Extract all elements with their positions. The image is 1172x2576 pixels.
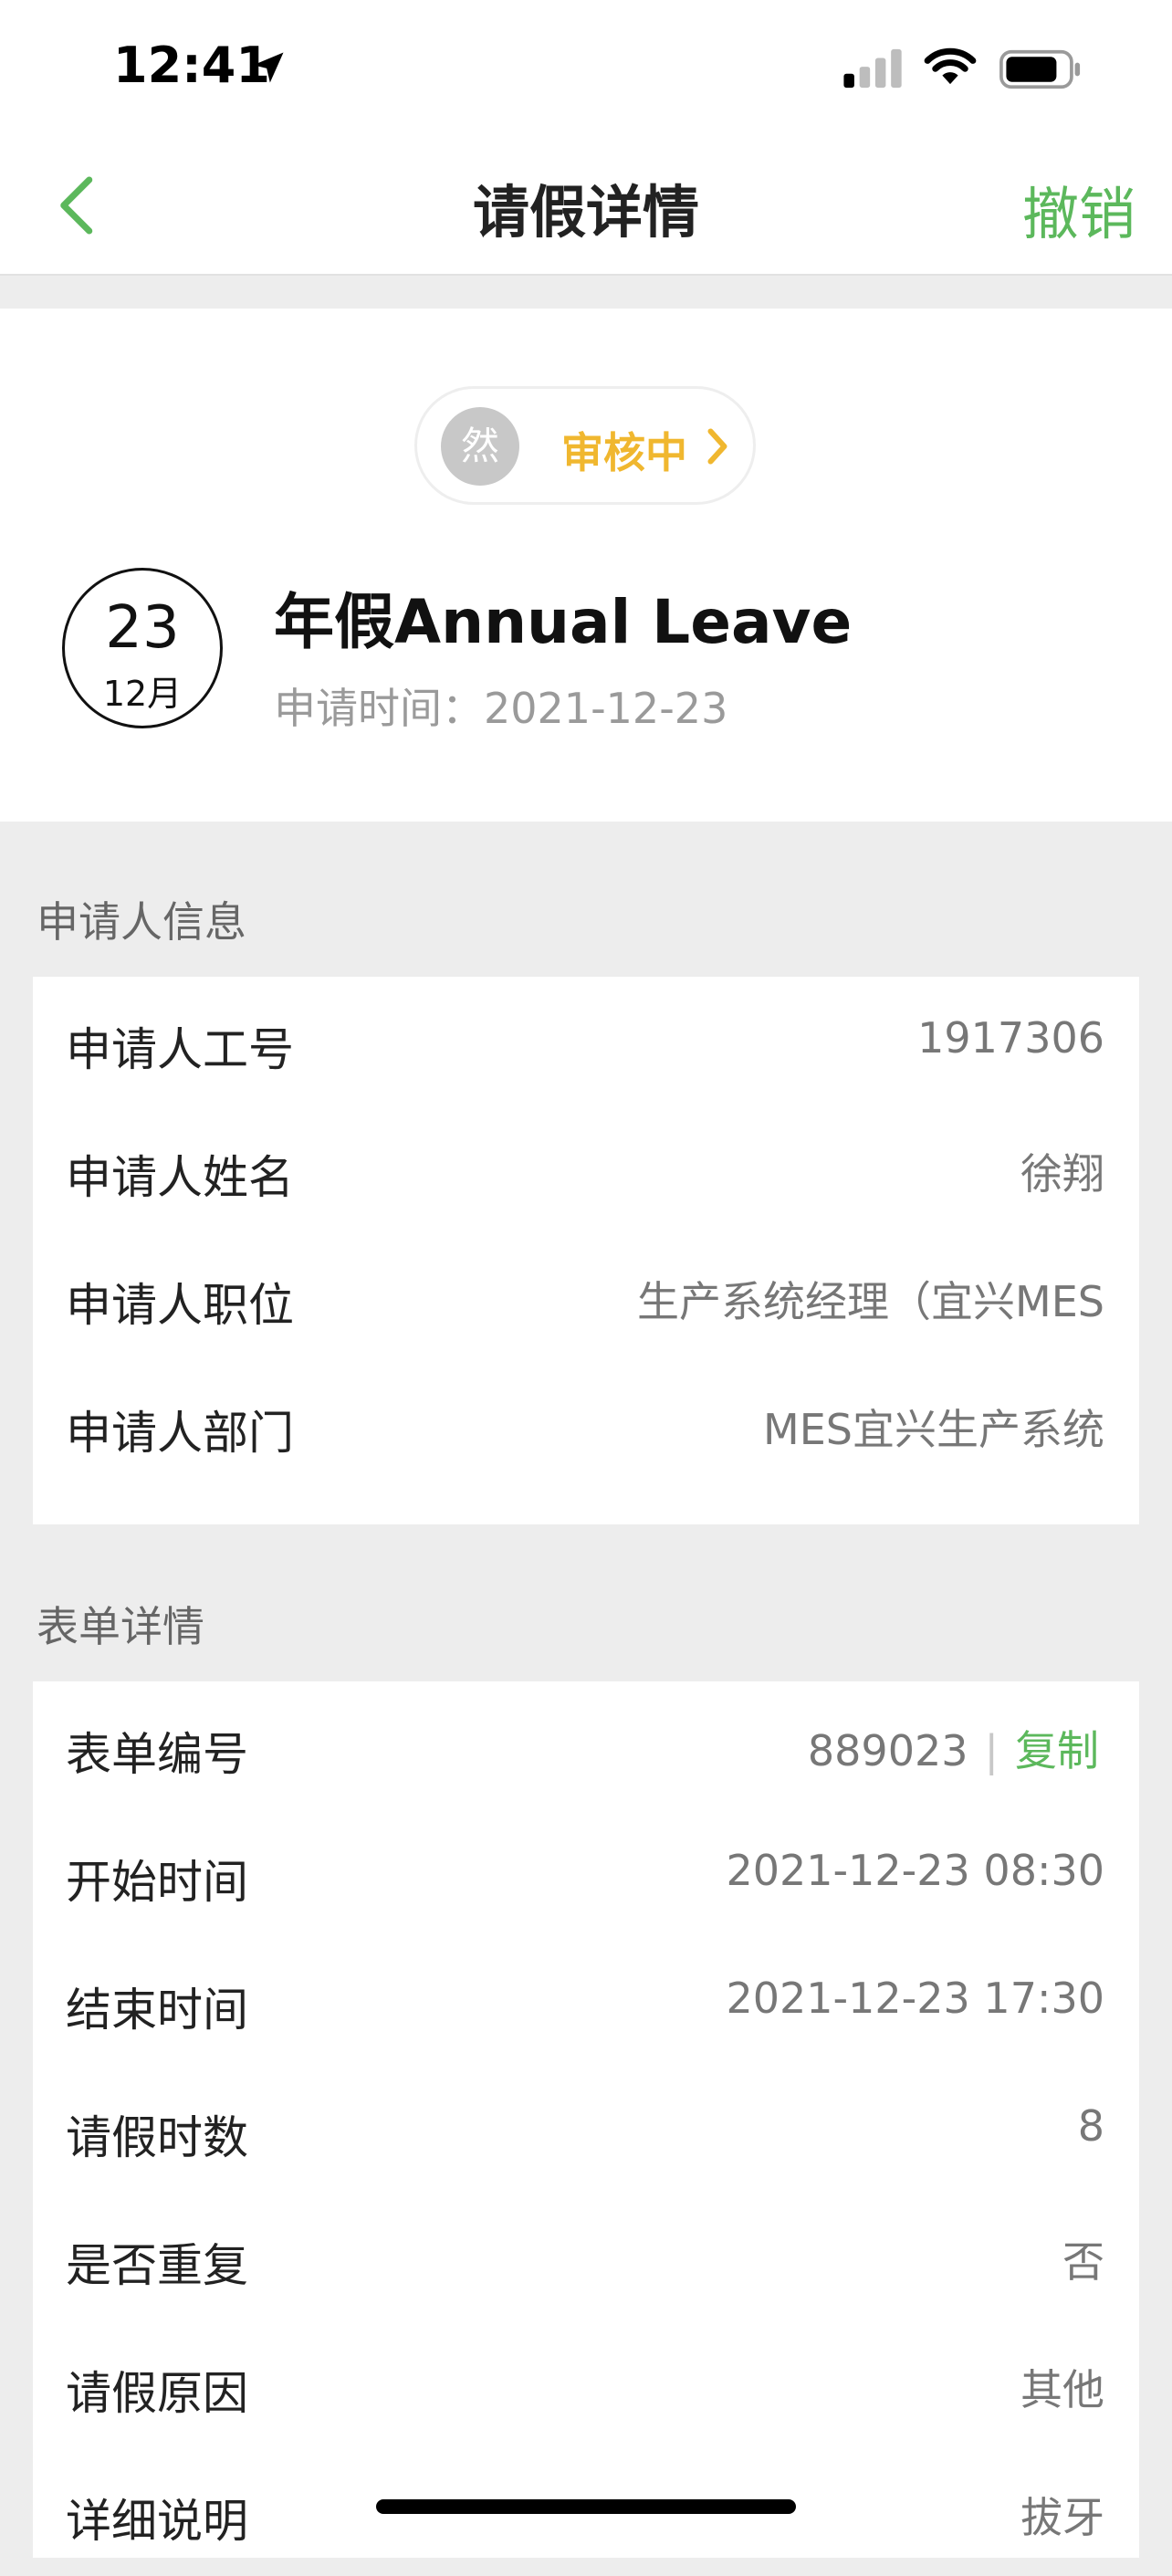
row-value: 否 <box>1062 2237 1104 2287</box>
row-label: 表单编号 <box>66 1728 248 1781</box>
date-badge: 23 12月 <box>62 568 223 728</box>
wifi-icon <box>924 47 977 85</box>
nav-bar: 请假详情 撤销 <box>0 137 1172 276</box>
row-label: 详细说明 <box>66 2495 248 2548</box>
info-row: 请假时数 8 <box>33 2065 1139 2193</box>
divider <box>0 276 1172 309</box>
row-label: 请假原因 <box>66 2367 248 2420</box>
row-value: 2021-12-23 17:30 <box>726 1974 1104 2023</box>
row-label: 申请人部门 <box>66 1407 294 1460</box>
status-time: 12:41 <box>113 37 270 94</box>
info-row: 请假原因 其他 <box>33 2320 1139 2448</box>
chevron-right-icon <box>707 428 727 465</box>
location-arrow-icon <box>253 52 284 83</box>
form-number-value-group: 889023 | 复制 <box>808 1718 1099 1778</box>
cellular-signal-icon <box>843 48 902 89</box>
row-label: 是否重复 <box>66 2239 248 2292</box>
approval-status-pill[interactable]: 然 审核中 <box>414 386 756 505</box>
date-day: 23 <box>105 594 180 662</box>
info-row: 申请人工号 1917306 <box>33 977 1139 1105</box>
info-row: 开始时间 2021-12-23 08:30 <box>33 1809 1139 1937</box>
row-label: 申请人姓名 <box>66 1151 294 1204</box>
applicant-info-card: 申请人工号 1917306 申请人姓名 徐翔 申请人职位 生产系统经理（宜兴ME… <box>33 977 1139 1524</box>
copy-separator: | <box>984 1726 999 1775</box>
info-row: 申请人部门 MES宜兴生产系统 <box>33 1360 1139 1488</box>
info-row: 申请人姓名 徐翔 <box>33 1105 1139 1232</box>
status-bar: 12:41 <box>0 0 1172 137</box>
row-label: 申请人职位 <box>66 1279 294 1332</box>
copy-button[interactable]: 复制 <box>1015 1726 1099 1775</box>
row-value: 徐翔 <box>1020 1149 1104 1199</box>
row-value: 8 <box>1077 2101 1104 2151</box>
row-label: 结束时间 <box>66 1984 248 2037</box>
form-number-row: 表单编号 889023 | 复制 <box>33 1681 1139 1809</box>
row-value: 其他 <box>1020 2365 1104 2414</box>
row-value: 1917306 <box>917 1013 1104 1063</box>
info-row: 是否重复 否 <box>33 2193 1139 2320</box>
row-value: 2021-12-23 08:30 <box>726 1846 1104 1895</box>
home-indicator[interactable] <box>376 2499 796 2514</box>
leave-summary-card: 然 审核中 23 12月 年假Annual Leave 申请时间：2021-12… <box>0 309 1172 822</box>
page-title: 请假详情 <box>472 179 699 246</box>
battery-icon <box>999 49 1081 89</box>
apply-time: 申请时间：2021-12-23 <box>274 684 728 733</box>
applicant-section-title: 申请人信息 <box>37 897 246 947</box>
info-row: 结束时间 2021-12-23 17:30 <box>33 1937 1139 2065</box>
date-month: 12月 <box>102 674 183 714</box>
row-value: 生产系统经理（宜兴MES <box>637 1277 1104 1326</box>
leave-type-title: 年假Annual Leave <box>274 587 853 657</box>
status-text: 审核中 <box>561 428 687 477</box>
approver-avatar: 然 <box>441 407 519 486</box>
row-label: 开始时间 <box>66 1856 248 1909</box>
revoke-button[interactable]: 撤销 <box>1022 168 1135 250</box>
row-label: 请假时数 <box>66 2111 248 2164</box>
form-number-value: 889023 <box>807 1726 968 1775</box>
info-row: 申请人职位 生产系统经理（宜兴MES <box>33 1232 1139 1360</box>
form-section-title: 表单详情 <box>37 1602 204 1651</box>
row-label: 申请人工号 <box>66 1023 294 1076</box>
form-details-card: 表单编号 889023 | 复制 开始时间 2021-12-23 08:30 结束时… <box>33 1681 1139 2558</box>
row-value: MES宜兴生产系统 <box>763 1405 1104 1454</box>
row-value: 拔牙 <box>1020 2493 1104 2542</box>
